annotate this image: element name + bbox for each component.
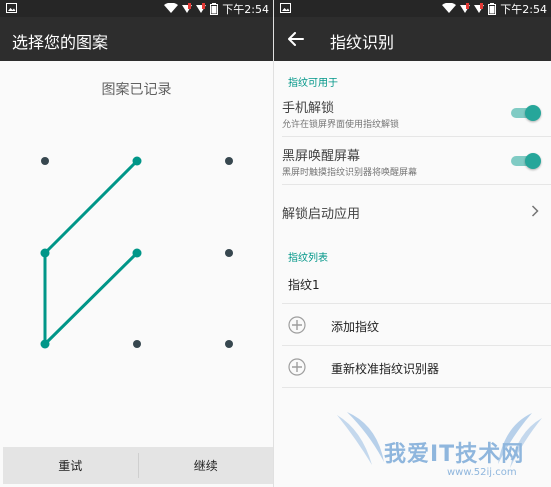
pattern-dot[interactable] <box>40 248 50 258</box>
section-header-available: 指纹可用于 <box>288 78 338 89</box>
unlock-launch-app-title: 解锁启动应用 <box>282 207 361 222</box>
pattern-button-bar: 重试 继续 <box>3 447 273 484</box>
image-notification-icon <box>6 3 17 13</box>
app-bar: 选择您的图案 <box>0 17 273 61</box>
signal-icon-2 <box>474 3 485 13</box>
pattern-dot[interactable] <box>40 339 50 349</box>
pattern-dot[interactable] <box>132 156 142 166</box>
battery-icon <box>210 2 219 15</box>
chevron-right-icon <box>531 205 539 217</box>
status-time: 下午2:54 <box>500 2 547 16</box>
screen-wake-title: 黑屏唤醒屏幕 <box>282 149 361 164</box>
wifi-icon <box>164 3 179 13</box>
phone-unlock-row[interactable]: 手机解锁 允许在锁屏界面使用指纹解锁 <box>274 90 551 137</box>
pattern-dot[interactable] <box>225 157 233 165</box>
pattern-status-text: 图案已记录 <box>101 82 172 98</box>
toggle-thumb <box>525 105 541 121</box>
image-notification-icon <box>280 3 291 13</box>
pattern-screen: 下午2:54 选择您的图案 图案已记录 重试 继续 <box>0 0 273 487</box>
recalibrate-row[interactable]: 重新校准指纹识别器 <box>274 347 551 388</box>
watermark-url: www.52ij.com <box>447 467 517 478</box>
page-title: 指纹识别 <box>330 33 395 52</box>
add-fingerprint-row[interactable]: 添加指纹 <box>274 305 551 346</box>
page-title: 选择您的图案 <box>12 33 109 52</box>
watermark-title: 我爱IT技术网 <box>384 442 525 467</box>
row-divider <box>282 387 551 388</box>
continue-button[interactable]: 继续 <box>139 447 274 484</box>
row-divider <box>282 303 551 304</box>
app-bar: 指纹识别 <box>274 17 551 61</box>
pattern-dot[interactable] <box>225 340 233 348</box>
phone-unlock-toggle[interactable] <box>511 105 541 121</box>
fingerprint-list-item[interactable]: 指纹1 <box>274 264 551 304</box>
pattern-dot[interactable] <box>225 249 233 257</box>
pattern-dot[interactable] <box>132 248 142 258</box>
signal-icon <box>460 3 471 13</box>
status-bar: 下午2:54 <box>0 0 273 17</box>
phone-unlock-title: 手机解锁 <box>282 101 335 116</box>
pattern-grid[interactable] <box>0 110 273 390</box>
wifi-icon <box>442 3 457 13</box>
battery-icon <box>488 2 497 15</box>
status-bar: 下午2:54 <box>274 0 551 17</box>
status-time: 下午2:54 <box>222 2 269 16</box>
pattern-dot[interactable] <box>133 340 141 348</box>
phone-unlock-subtitle: 允许在锁屏界面使用指纹解锁 <box>282 120 400 130</box>
row-divider <box>282 136 551 137</box>
back-arrow-icon[interactable] <box>288 32 304 46</box>
unlock-launch-app-row[interactable]: 解锁启动应用 <box>274 186 551 236</box>
add-circle-icon <box>288 316 306 334</box>
recalibrate-label: 重新校准指纹识别器 <box>331 362 440 376</box>
toggle-thumb <box>525 153 541 169</box>
pattern-dot[interactable] <box>41 157 49 165</box>
row-divider <box>282 345 551 346</box>
row-divider <box>282 184 551 185</box>
screen-wake-subtitle: 黑屏时触摸指纹识别器将唤醒屏幕 <box>282 168 418 178</box>
fingerprint-name: 指纹1 <box>288 278 320 292</box>
pattern-path <box>43 159 139 346</box>
fingerprint-screen: 下午2:54 指纹识别 指纹可用于 手机解锁 允许在锁屏界面使用指纹解锁 黑屏唤… <box>274 0 551 487</box>
retry-button[interactable]: 重试 <box>3 447 138 484</box>
add-circle-icon <box>288 358 306 376</box>
signal-icon-2 <box>196 3 207 13</box>
signal-icon <box>182 3 193 13</box>
screen-wake-toggle[interactable] <box>511 153 541 169</box>
add-fingerprint-label: 添加指纹 <box>331 320 380 334</box>
screen-wake-row[interactable]: 黑屏唤醒屏幕 黑屏时触摸指纹识别器将唤醒屏幕 <box>274 138 551 185</box>
section-header-list: 指纹列表 <box>288 253 328 264</box>
